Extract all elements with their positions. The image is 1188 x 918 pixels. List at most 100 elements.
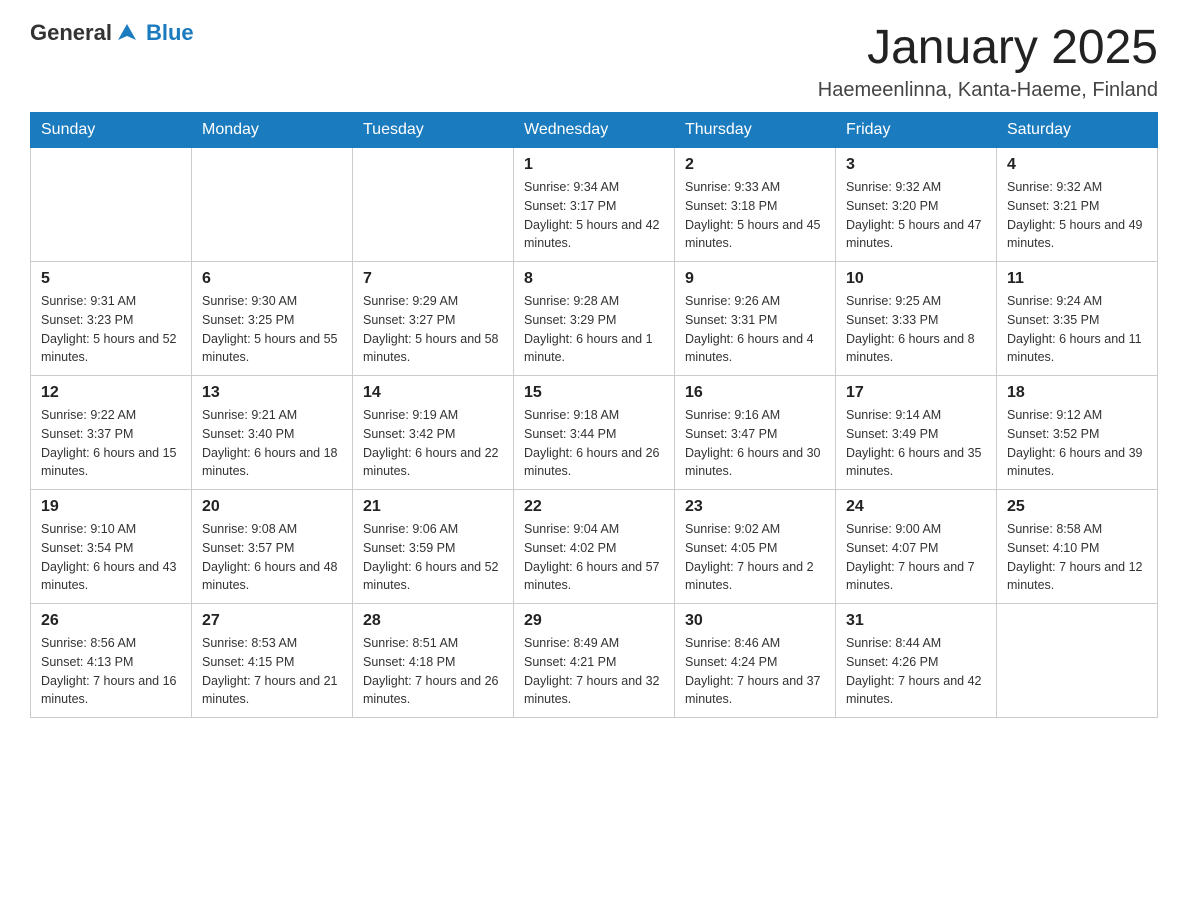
day-number: 18 — [1007, 384, 1147, 402]
day-number: 12 — [41, 384, 181, 402]
calendar-header-row: Sunday Monday Tuesday Wednesday Thursday… — [31, 113, 1158, 148]
day-number: 30 — [685, 612, 825, 630]
day-info: Sunrise: 9:12 AM Sunset: 3:52 PM Dayligh… — [1007, 406, 1147, 481]
day-number: 8 — [524, 270, 664, 288]
day-info: Sunrise: 8:46 AM Sunset: 4:24 PM Dayligh… — [685, 634, 825, 709]
calendar-table: Sunday Monday Tuesday Wednesday Thursday… — [30, 112, 1158, 718]
day-number: 16 — [685, 384, 825, 402]
day-number: 17 — [846, 384, 986, 402]
day-info: Sunrise: 9:32 AM Sunset: 3:21 PM Dayligh… — [1007, 178, 1147, 253]
day-number: 29 — [524, 612, 664, 630]
table-row: 9Sunrise: 9:26 AM Sunset: 3:31 PM Daylig… — [675, 262, 836, 376]
table-row: 1 Sunrise: 9:34 AM Sunset: 3:17 PM Daylig… — [514, 148, 675, 262]
table-row: 13Sunrise: 9:21 AM Sunset: 3:40 PM Dayli… — [192, 376, 353, 490]
table-row: 30 Sunrise: 8:46 AM Sunset: 4:24 PM Dayli… — [675, 604, 836, 718]
table-row — [31, 148, 192, 262]
day-number: 3 — [846, 156, 986, 174]
day-info: Sunrise: 8:53 AM Sunset: 4:15 PM Dayligh… — [202, 634, 342, 709]
table-row: 17 Sunrise: 9:14 AM Sunset: 3:49 PM Dayli… — [836, 376, 997, 490]
title-section: January 2025 Haemeenlinna, Kanta-Haeme, … — [818, 20, 1158, 102]
table-row: 20 Sunrise: 9:08 AM Sunset: 3:57 PM Dayli… — [192, 490, 353, 604]
day-number: 2 — [685, 156, 825, 174]
table-row — [192, 148, 353, 262]
table-row: 28 Sunrise: 8:51 AM Sunset: 4:18 PM Dayli… — [353, 604, 514, 718]
calendar-title: January 2025 — [818, 20, 1158, 75]
day-info: Sunrise: 9:19 AM Sunset: 3:42 PM Dayligh… — [363, 406, 503, 481]
day-info: Sunrise: 9:10 AM Sunset: 3:54 PM Dayligh… — [41, 520, 181, 595]
day-info: Sunrise: 9:30 AM Sunset: 3:25 PM Dayligh… — [202, 292, 342, 367]
col-friday: Friday — [836, 113, 997, 148]
day-info: Sunrise: 9:00 AM Sunset: 4:07 PM Dayligh… — [846, 520, 986, 595]
day-info: Sunrise: 8:56 AM Sunset: 4:13 PM Dayligh… — [41, 634, 181, 709]
day-number: 5 — [41, 270, 181, 288]
col-thursday: Thursday — [675, 113, 836, 148]
day-info: Sunrise: 9:29 AM Sunset: 3:27 PM Dayligh… — [363, 292, 503, 367]
day-number: 28 — [363, 612, 503, 630]
day-number: 6 — [202, 270, 342, 288]
table-row: 27 Sunrise: 8:53 AM Sunset: 4:15 PM Dayli… — [192, 604, 353, 718]
logo: General Blue — [30, 20, 194, 46]
col-sunday: Sunday — [31, 113, 192, 148]
day-info: Sunrise: 9:24 AM Sunset: 3:35 PM Dayligh… — [1007, 292, 1147, 367]
day-info: Sunrise: 9:02 AM Sunset: 4:05 PM Dayligh… — [685, 520, 825, 595]
table-row: 15 Sunrise: 9:18 AM Sunset: 3:44 PM Dayli… — [514, 376, 675, 490]
table-row: 10Sunrise: 9:25 AM Sunset: 3:33 PM Dayli… — [836, 262, 997, 376]
day-info: Sunrise: 8:49 AM Sunset: 4:21 PM Dayligh… — [524, 634, 664, 709]
calendar-subtitle: Haemeenlinna, Kanta-Haeme, Finland — [818, 79, 1158, 102]
calendar-week-row: 5 Sunrise: 9:31 AM Sunset: 3:23 PM Daylig… — [31, 262, 1158, 376]
table-row: 5 Sunrise: 9:31 AM Sunset: 3:23 PM Daylig… — [31, 262, 192, 376]
table-row: 19 Sunrise: 9:10 AM Sunset: 3:54 PM Dayli… — [31, 490, 192, 604]
day-info: Sunrise: 9:18 AM Sunset: 3:44 PM Dayligh… — [524, 406, 664, 481]
table-row: 2Sunrise: 9:33 AM Sunset: 3:18 PM Daylig… — [675, 148, 836, 262]
table-row — [997, 604, 1158, 718]
table-row: 7 Sunrise: 9:29 AM Sunset: 3:27 PM Daylig… — [353, 262, 514, 376]
col-monday: Monday — [192, 113, 353, 148]
day-info: Sunrise: 9:22 AM Sunset: 3:37 PM Dayligh… — [41, 406, 181, 481]
day-number: 1 — [524, 156, 664, 174]
day-number: 22 — [524, 498, 664, 516]
table-row: 6 Sunrise: 9:30 AM Sunset: 3:25 PM Daylig… — [192, 262, 353, 376]
calendar-week-row: 12 Sunrise: 9:22 AM Sunset: 3:37 PM Dayli… — [31, 376, 1158, 490]
day-info: Sunrise: 8:44 AM Sunset: 4:26 PM Dayligh… — [846, 634, 986, 709]
day-number: 7 — [363, 270, 503, 288]
table-row: 3 Sunrise: 9:32 AM Sunset: 3:20 PM Daylig… — [836, 148, 997, 262]
day-info: Sunrise: 9:04 AM Sunset: 4:02 PM Dayligh… — [524, 520, 664, 595]
table-row: 16 Sunrise: 9:16 AM Sunset: 3:47 PM Dayli… — [675, 376, 836, 490]
day-info: Sunrise: 9:21 AM Sunset: 3:40 PM Dayligh… — [202, 406, 342, 481]
col-tuesday: Tuesday — [353, 113, 514, 148]
day-number: 31 — [846, 612, 986, 630]
table-row: 23Sunrise: 9:02 AM Sunset: 4:05 PM Dayli… — [675, 490, 836, 604]
day-info: Sunrise: 9:31 AM Sunset: 3:23 PM Dayligh… — [41, 292, 181, 367]
calendar-week-row: 26Sunrise: 8:56 AM Sunset: 4:13 PM Dayli… — [31, 604, 1158, 718]
day-number: 21 — [363, 498, 503, 516]
day-info: Sunrise: 8:51 AM Sunset: 4:18 PM Dayligh… — [363, 634, 503, 709]
day-info: Sunrise: 9:34 AM Sunset: 3:17 PM Dayligh… — [524, 178, 664, 253]
table-row: 31 Sunrise: 8:44 AM Sunset: 4:26 PM Dayli… — [836, 604, 997, 718]
day-info: Sunrise: 9:06 AM Sunset: 3:59 PM Dayligh… — [363, 520, 503, 595]
day-number: 24 — [846, 498, 986, 516]
table-row: 21 Sunrise: 9:06 AM Sunset: 3:59 PM Dayli… — [353, 490, 514, 604]
logo-text-general: General — [30, 20, 112, 46]
day-number: 19 — [41, 498, 181, 516]
day-info: Sunrise: 9:26 AM Sunset: 3:31 PM Dayligh… — [685, 292, 825, 367]
day-number: 14 — [363, 384, 503, 402]
col-wednesday: Wednesday — [514, 113, 675, 148]
day-info: Sunrise: 9:16 AM Sunset: 3:47 PM Dayligh… — [685, 406, 825, 481]
day-number: 20 — [202, 498, 342, 516]
day-number: 27 — [202, 612, 342, 630]
table-row: 26Sunrise: 8:56 AM Sunset: 4:13 PM Dayli… — [31, 604, 192, 718]
day-info: Sunrise: 9:32 AM Sunset: 3:20 PM Dayligh… — [846, 178, 986, 253]
table-row: 29 Sunrise: 8:49 AM Sunset: 4:21 PM Dayli… — [514, 604, 675, 718]
table-row: 4Sunrise: 9:32 AM Sunset: 3:21 PM Daylig… — [997, 148, 1158, 262]
day-number: 11 — [1007, 270, 1147, 288]
calendar-week-row: 1 Sunrise: 9:34 AM Sunset: 3:17 PM Daylig… — [31, 148, 1158, 262]
day-info: Sunrise: 9:25 AM Sunset: 3:33 PM Dayligh… — [846, 292, 986, 367]
day-info: Sunrise: 9:14 AM Sunset: 3:49 PM Dayligh… — [846, 406, 986, 481]
col-saturday: Saturday — [997, 113, 1158, 148]
calendar-week-row: 19 Sunrise: 9:10 AM Sunset: 3:54 PM Dayli… — [31, 490, 1158, 604]
table-row — [353, 148, 514, 262]
day-number: 15 — [524, 384, 664, 402]
table-row: 11 Sunrise: 9:24 AM Sunset: 3:35 PM Dayli… — [997, 262, 1158, 376]
day-info: Sunrise: 9:08 AM Sunset: 3:57 PM Dayligh… — [202, 520, 342, 595]
table-row: 12 Sunrise: 9:22 AM Sunset: 3:37 PM Dayli… — [31, 376, 192, 490]
